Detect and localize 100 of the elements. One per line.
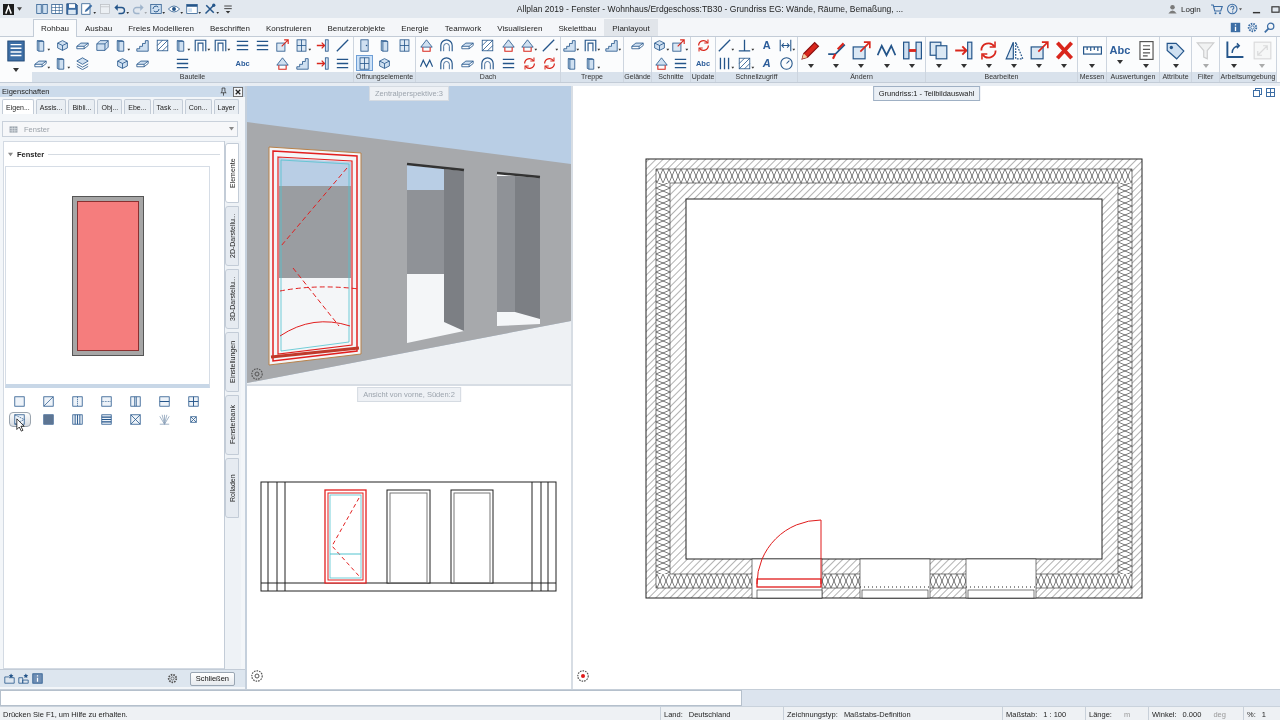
- line-icon: [541, 39, 558, 53]
- copy-icon: [929, 41, 949, 60]
- navigation-ring-icon[interactable]: [251, 368, 263, 380]
- ribbon-button[interactable]: [736, 55, 756, 72]
- user-icon[interactable]: [1168, 4, 1177, 14]
- sync-icon[interactable]: [150, 3, 165, 15]
- box-arrow-icon: [276, 39, 290, 53]
- box-icon: [653, 39, 670, 53]
- ribbon-button[interactable]: [540, 37, 560, 54]
- maximize-icon[interactable]: [1270, 4, 1280, 14]
- roof-icon: [655, 56, 668, 70]
- caret-icon[interactable]: [17, 7, 22, 11]
- ribbon-tab[interactable]: Energie: [393, 19, 437, 36]
- ribbon-button[interactable]: [274, 55, 292, 72]
- ribbon-tab[interactable]: Ausbau: [77, 19, 121, 36]
- ribbon-button[interactable]: Abc: [1108, 38, 1132, 71]
- ribbon-button[interactable]: [778, 55, 796, 72]
- table-icon[interactable]: [51, 3, 63, 15]
- ribbon-button[interactable]: A: [758, 37, 776, 54]
- star-folder-icon[interactable]: [18, 673, 29, 684]
- ribbon-button[interactable]: [479, 55, 497, 72]
- caret-icon[interactable]: [13, 68, 19, 72]
- frame-icon: [194, 39, 211, 53]
- ribbon-button[interactable]: [653, 55, 670, 72]
- window-icon[interactable]: [186, 3, 201, 15]
- help-icon[interactable]: [1226, 3, 1242, 15]
- lines-icon: [502, 56, 516, 70]
- customize-icon[interactable]: [222, 3, 234, 15]
- ribbon-button[interactable]: [193, 37, 213, 54]
- ribbon-button[interactable]: [582, 37, 602, 54]
- window-restore-icon[interactable]: [1253, 88, 1262, 97]
- ribbon-button[interactable]: [417, 37, 435, 54]
- caret-icon: [909, 64, 916, 68]
- ribbon-button[interactable]: [274, 37, 292, 54]
- ribbon-button[interactable]: [736, 37, 756, 54]
- ribbon-tab[interactable]: Skelettbau: [550, 19, 605, 36]
- ribbon-button[interactable]: [213, 37, 233, 54]
- ribbon-button[interactable]: [652, 37, 671, 54]
- navigation-ring-icon[interactable]: [577, 670, 589, 682]
- ribbon-button[interactable]: [603, 37, 623, 54]
- ribbon-button[interactable]: [314, 55, 332, 72]
- edit-icon[interactable]: [81, 3, 96, 15]
- ribbon-button[interactable]: [777, 37, 797, 54]
- ribbon-button[interactable]: [438, 55, 456, 72]
- lines-icon: [674, 56, 687, 70]
- ribbon-tab[interactable]: Rohbau: [33, 19, 78, 37]
- ribbon-tab[interactable]: Planlayout: [604, 19, 658, 36]
- wall-icon: [95, 39, 109, 53]
- settings-icon[interactable]: [166, 673, 178, 684]
- ribbon-button[interactable]: [355, 55, 373, 72]
- ribbon-tab[interactable]: Konstruieren: [258, 19, 320, 36]
- info-icon[interactable]: [1230, 21, 1241, 33]
- ribbon-button[interactable]: [314, 37, 332, 54]
- ribbon-button[interactable]: [293, 37, 313, 54]
- grid-icon[interactable]: [1266, 88, 1275, 97]
- undo-icon[interactable]: [114, 3, 129, 15]
- circle-icon: [780, 56, 794, 70]
- info-icon[interactable]: [32, 673, 43, 684]
- box-arrow-icon: [1029, 41, 1049, 60]
- ribbon-button[interactable]: [561, 37, 581, 54]
- search-icon[interactable]: [1264, 21, 1275, 33]
- caret-icon: [833, 64, 840, 68]
- ribbon-button[interactable]: [438, 37, 456, 54]
- settings-icon[interactable]: [1247, 21, 1258, 33]
- stairs-icon: [604, 39, 621, 53]
- ribbon-button[interactable]: [671, 37, 690, 54]
- ribbon-button[interactable]: [519, 37, 539, 54]
- dimension-icon: [778, 39, 795, 53]
- caret-icon: [935, 64, 942, 68]
- ribbon-tab[interactable]: Teamwork: [436, 19, 490, 36]
- cart-icon[interactable]: [1210, 3, 1223, 15]
- ribbon-tab[interactable]: Benutzerobjekte: [319, 19, 394, 36]
- tiles-icon[interactable]: [36, 3, 48, 15]
- login-link[interactable]: Login: [1181, 4, 1201, 14]
- refresh-icon: [696, 39, 710, 53]
- ribbon-tab[interactable]: Visualisieren: [489, 19, 551, 36]
- ribbon-button[interactable]: [93, 37, 111, 54]
- building-icon[interactable]: [6, 40, 26, 62]
- save-icon[interactable]: [66, 3, 78, 15]
- navigation-ring-icon[interactable]: [251, 670, 263, 682]
- ribbon-button[interactable]: [294, 55, 312, 72]
- tools-icon[interactable]: [204, 3, 219, 15]
- ribbon-button[interactable]: [500, 37, 518, 54]
- ribbon-button[interactable]: [376, 55, 393, 72]
- star-folder-icon[interactable]: [4, 673, 15, 684]
- close-icon[interactable]: [233, 86, 243, 97]
- ribbon-tab[interactable]: Beschriften: [202, 19, 258, 36]
- box-icon: [55, 39, 69, 53]
- ribbon-button[interactable]: [73, 55, 91, 72]
- ribbon-tab[interactable]: Freies Modellieren: [120, 19, 202, 36]
- box-icon: [378, 56, 391, 70]
- command-input[interactable]: [0, 690, 742, 706]
- app-logo-icon[interactable]: [3, 3, 14, 15]
- ribbon-button[interactable]: A: [758, 55, 776, 72]
- pin-icon[interactable]: [220, 87, 227, 96]
- ribbon-button[interactable]: [133, 37, 151, 54]
- collapse-triangle-icon[interactable]: [8, 151, 13, 157]
- dashed-split-pane-icon: [72, 395, 83, 407]
- ribbon-button[interactable]: [716, 37, 736, 54]
- eye-icon[interactable]: [168, 3, 183, 15]
